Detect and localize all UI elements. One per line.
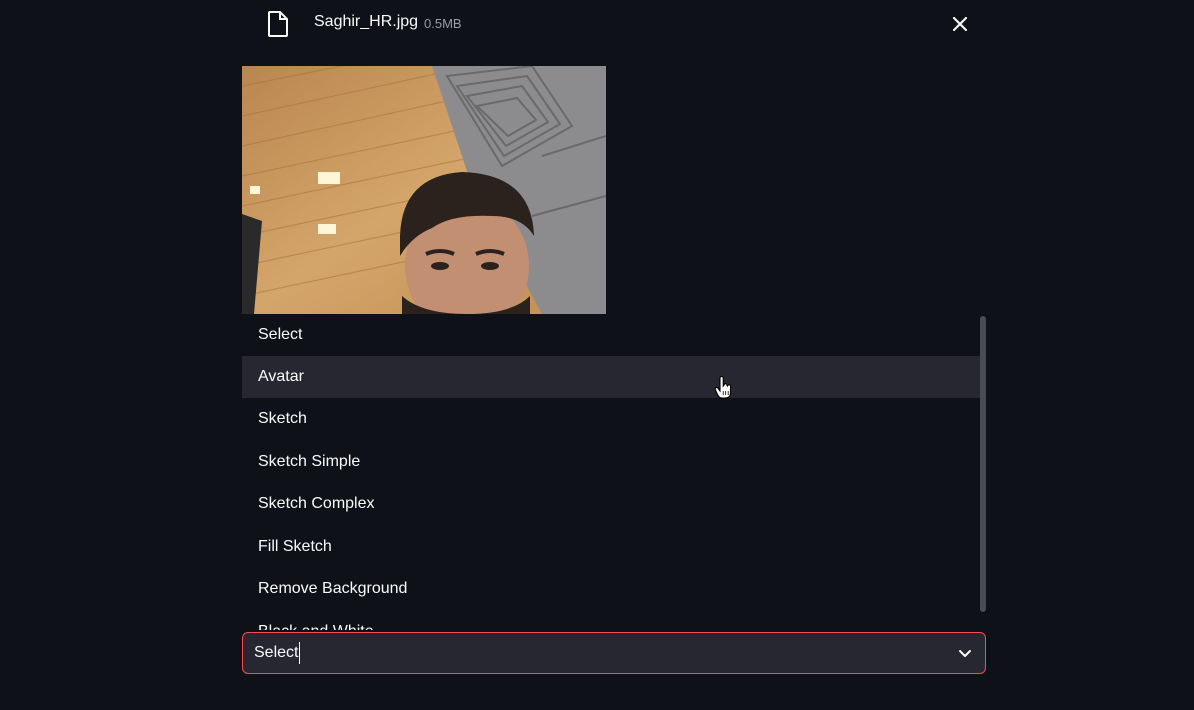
text-caret bbox=[299, 642, 300, 664]
app-page: Saghir_HR.jpg 0.5MB Select Avatar Sketch… bbox=[0, 0, 1194, 710]
option-sketch-complex[interactable]: Sketch Complex bbox=[242, 483, 980, 525]
option-sketch[interactable]: Sketch bbox=[242, 398, 980, 440]
file-icon bbox=[266, 11, 290, 37]
transform-select[interactable]: Select bbox=[242, 632, 986, 674]
option-remove-background[interactable]: Remove Background bbox=[242, 568, 980, 610]
option-select[interactable]: Select bbox=[242, 314, 980, 356]
file-size: 0.5MB bbox=[424, 16, 462, 31]
close-icon[interactable] bbox=[948, 12, 972, 36]
select-value[interactable]: Select bbox=[254, 644, 298, 662]
hand-pointer-icon bbox=[714, 375, 732, 400]
option-black-and-white[interactable]: Black and White bbox=[242, 611, 980, 630]
option-fill-sketch[interactable]: Fill Sketch bbox=[242, 526, 980, 568]
dropdown-scrollbar[interactable] bbox=[980, 316, 986, 612]
file-name: Saghir_HR.jpg bbox=[314, 13, 419, 30]
dropdown-menu: Select Avatar Sketch Sketch Simple Sketc… bbox=[242, 314, 986, 630]
option-avatar[interactable]: Avatar bbox=[242, 356, 980, 398]
uploaded-file-row: Saghir_HR.jpg 0.5MB bbox=[262, 8, 982, 40]
chevron-down-icon[interactable] bbox=[957, 645, 973, 661]
uploaded-image bbox=[242, 66, 606, 314]
option-sketch-simple[interactable]: Sketch Simple bbox=[242, 441, 980, 483]
